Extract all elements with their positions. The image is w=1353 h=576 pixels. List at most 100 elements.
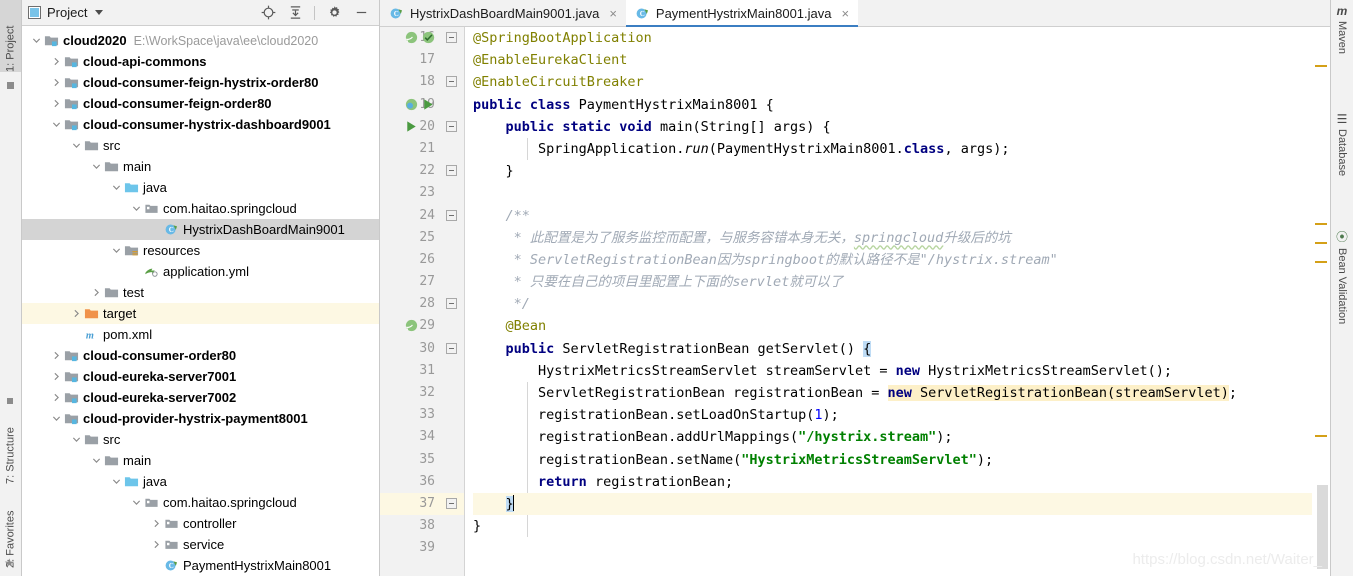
chevron-down-icon[interactable]: [110, 477, 123, 486]
code-line-18[interactable]: @EnableCircuitBreaker: [473, 71, 1312, 93]
gutter-icons[interactable]: [404, 30, 436, 45]
tree-item[interactable]: main: [22, 156, 379, 177]
line-number[interactable]: 16: [380, 27, 442, 49]
line-number[interactable]: 18: [380, 71, 442, 93]
fold-row[interactable]: [442, 492, 464, 516]
fold-row[interactable]: [442, 182, 464, 204]
code-line-30[interactable]: public ServletRegistrationBean getServle…: [473, 338, 1312, 360]
chevron-right-icon[interactable]: [50, 99, 63, 108]
fold-row[interactable]: [442, 404, 464, 426]
fold-row[interactable]: [442, 515, 464, 537]
chevron-down-icon[interactable]: [50, 414, 63, 423]
fold-row[interactable]: [442, 338, 464, 360]
code-line-36[interactable]: return registrationBean;: [473, 471, 1312, 493]
tree-item[interactable]: cloud-consumer-feign-hystrix-order80: [22, 72, 379, 93]
fold-row[interactable]: [442, 160, 464, 182]
spring-bean-icon[interactable]: [404, 97, 419, 112]
tree-item[interactable]: cloud-consumer-order80: [22, 345, 379, 366]
chevron-down-icon[interactable]: [70, 141, 83, 150]
fold-row[interactable]: [442, 360, 464, 382]
code-line-26[interactable]: * ServletRegistrationBean因为springboot的默认…: [473, 249, 1312, 271]
code-line-22[interactable]: }: [473, 160, 1312, 182]
line-number[interactable]: 34: [380, 426, 442, 448]
chevron-down-icon[interactable]: [130, 498, 143, 507]
line-number[interactable]: 17: [380, 49, 442, 71]
chevron-right-icon[interactable]: [50, 57, 63, 66]
chevron-right-icon[interactable]: [90, 288, 103, 297]
tree-item[interactable]: src: [22, 135, 379, 156]
line-number[interactable]: 28: [380, 293, 442, 315]
fold-row[interactable]: [442, 382, 464, 404]
chevron-down-icon[interactable]: [110, 183, 123, 192]
tree-item[interactable]: test: [22, 282, 379, 303]
gear-icon[interactable]: [326, 5, 342, 21]
code-line-23[interactable]: [473, 182, 1312, 204]
editor-tab-active[interactable]: C PaymentHystrixMain8001.java ×: [625, 0, 859, 27]
code-line-28[interactable]: */: [473, 293, 1312, 315]
tree-item[interactable]: resources: [22, 240, 379, 261]
tree-item[interactable]: main: [22, 450, 379, 471]
fold-row[interactable]: [442, 94, 464, 116]
code-line-24[interactable]: /**: [473, 205, 1312, 227]
tree-item[interactable]: cloud-api-commons: [22, 51, 379, 72]
code-line-31[interactable]: HystrixMetricsStreamServlet streamServle…: [473, 360, 1312, 382]
chevron-right-icon[interactable]: [50, 351, 63, 360]
code-line-27[interactable]: * 只要在自己的项目里配置上下面的servlet就可以了: [473, 271, 1312, 293]
chevron-down-icon[interactable]: [90, 162, 103, 171]
tree-item[interactable]: java: [22, 471, 379, 492]
bean-icon[interactable]: [404, 318, 419, 333]
code-content[interactable]: @SpringBootApplication @EnableEurekaClie…: [465, 27, 1312, 576]
code-folding-gutter[interactable]: [442, 27, 465, 576]
run-icon[interactable]: [421, 97, 436, 112]
tree-item[interactable]: cloud-consumer-hystrix-dashboard9001: [22, 114, 379, 135]
chevron-down-icon[interactable]: [90, 456, 103, 465]
tree-item[interactable]: cloud-provider-hystrix-payment8001: [22, 408, 379, 429]
fold-collapse-icon[interactable]: [446, 76, 457, 88]
code-line-29[interactable]: @Bean: [473, 315, 1312, 337]
line-number[interactable]: 21: [380, 138, 442, 160]
fold-row[interactable]: [442, 49, 464, 71]
tree-item[interactable]: m pom.xml: [22, 324, 379, 345]
fold-row[interactable]: [442, 205, 464, 227]
project-tree[interactable]: cloud2020 E:\WorkSpace\java\ee\cloud2020 c…: [22, 26, 379, 576]
fold-row[interactable]: [442, 315, 464, 337]
code-line-19[interactable]: public class PaymentHystrixMain8001 {: [473, 94, 1312, 116]
fold-row[interactable]: [442, 449, 464, 471]
tree-item[interactable]: cloud-eureka-server7001: [22, 366, 379, 387]
line-number[interactable]: 39: [380, 537, 442, 559]
tree-item[interactable]: com.haitao.springcloud: [22, 492, 379, 513]
fold-row[interactable]: [442, 537, 464, 559]
fold-row[interactable]: [442, 227, 464, 249]
chevron-down-icon[interactable]: [70, 435, 83, 444]
line-number[interactable]: 31: [380, 360, 442, 382]
fold-collapse-icon[interactable]: [446, 298, 457, 310]
tree-item[interactable]: com.haitao.springcloud: [22, 198, 379, 219]
line-number[interactable]: 22: [380, 160, 442, 182]
line-number[interactable]: 26: [380, 249, 442, 271]
code-line-37[interactable]: }: [473, 492, 1312, 516]
fold-row[interactable]: [442, 293, 464, 315]
code-line-21[interactable]: SpringApplication.run(PaymentHystrixMain…: [473, 138, 1312, 160]
tree-item[interactable]: cloud2020 E:\WorkSpace\java\ee\cloud2020: [22, 30, 379, 51]
gutter-icons[interactable]: [404, 119, 419, 134]
gutter-icons[interactable]: [404, 318, 419, 333]
code-line-34[interactable]: registrationBean.addUrlMappings("/hystri…: [473, 426, 1312, 448]
editor-scrollbar[interactable]: [1312, 27, 1330, 576]
chevron-down-icon[interactable]: [50, 120, 63, 129]
code-line-17[interactable]: @EnableEurekaClient: [473, 49, 1312, 71]
fold-row[interactable]: [442, 426, 464, 448]
chevron-right-icon[interactable]: [50, 78, 63, 87]
line-number[interactable]: 29: [380, 315, 442, 337]
collapse-all-icon[interactable]: [287, 5, 303, 21]
line-number[interactable]: 27: [380, 271, 442, 293]
close-icon[interactable]: ×: [609, 6, 617, 21]
line-number[interactable]: 25: [380, 227, 442, 249]
line-number[interactable]: 36: [380, 471, 442, 493]
line-number[interactable]: 23: [380, 182, 442, 204]
code-line-33[interactable]: registrationBean.setLoadOnStartup(1);: [473, 404, 1312, 426]
sidebar-item-database[interactable]: ☰ Database: [1331, 112, 1353, 212]
chevron-right-icon[interactable]: [150, 540, 163, 549]
fold-row[interactable]: [442, 71, 464, 93]
project-view-selector[interactable]: Project: [28, 5, 104, 20]
code-editor[interactable]: 16 17 18 19 20 21 22 23 24 25 26 27 28 29 30 31 32 33 34 35…: [380, 27, 1330, 576]
